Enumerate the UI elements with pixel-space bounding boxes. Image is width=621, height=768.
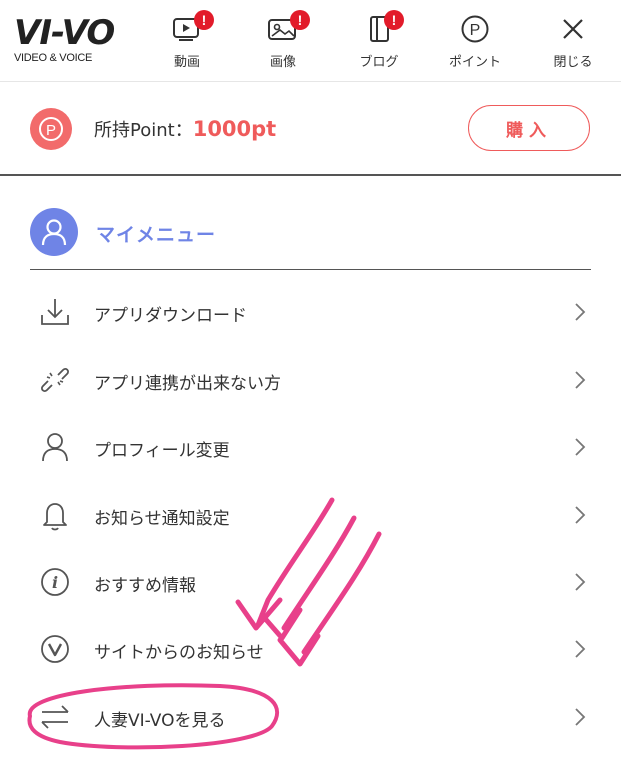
nav-image-label: 画像 (269, 55, 296, 70)
chevron-right-icon (575, 438, 586, 456)
nav-image[interactable]: ! 画像 (248, 10, 318, 74)
download-icon (38, 295, 72, 329)
logo-text: VI-VO (14, 13, 115, 53)
svg-text:P: P (470, 22, 481, 39)
close-icon (563, 19, 583, 39)
point-icon: P (461, 15, 489, 43)
swap-arrows-icon (38, 700, 72, 734)
menu-item-app-download[interactable]: アプリダウンロード (30, 289, 591, 335)
menu-item-site-news[interactable]: サイトからのお知らせ (30, 626, 591, 672)
vivo-logo[interactable]: VI-VO VIDEO & VOICE (14, 16, 124, 72)
point-bar: P 所持Point：1000pt 購入 (0, 82, 621, 176)
svg-text:i: i (52, 573, 58, 592)
nav-point[interactable]: P ポイント (440, 12, 510, 74)
app-header: VI-VO VIDEO & VOICE ! 動画 ! 画像 ! ブログ P ポイ… (0, 0, 621, 82)
chevron-right-icon (575, 708, 586, 726)
chevron-right-icon (575, 640, 586, 658)
menu-item-label: 人妻VI-VOを見る (94, 711, 226, 731)
chevron-right-icon (575, 371, 586, 389)
nav-close-label: 閉じる (553, 55, 593, 70)
notification-badge: ! (384, 10, 404, 30)
menu-item-profile-edit[interactable]: プロフィール変更 (30, 424, 591, 470)
menu-item-recommendations[interactable]: i おすすめ情報 (30, 559, 591, 605)
chevron-right-icon (575, 303, 586, 321)
menu-item-label: おすすめ情報 (94, 576, 196, 596)
user-avatar-icon (30, 208, 78, 256)
point-coin-icon: P (30, 108, 72, 150)
point-label: 所持Point： (94, 120, 193, 141)
point-balance: 所持Point：1000pt (94, 118, 276, 142)
nav-video-label: 動画 (173, 55, 200, 70)
menu-item-app-link-help[interactable]: アプリ連携が出来ない方 (30, 357, 591, 403)
broken-link-icon (38, 363, 72, 397)
menu-item-switch-site[interactable]: 人妻VI-VOを見る (30, 694, 591, 740)
nav-close[interactable]: 閉じる (538, 12, 608, 74)
chevron-right-icon (575, 506, 586, 524)
nav-blog-label: ブログ (359, 55, 399, 70)
info-icon: i (38, 565, 72, 599)
my-menu-header: マイメニュー (30, 208, 591, 270)
user-icon (38, 430, 72, 464)
menu-item-label: プロフィール変更 (94, 441, 230, 461)
menu-item-label: アプリ連携が出来ない方 (94, 374, 281, 394)
notification-badge: ! (194, 10, 214, 30)
nav-video[interactable]: ! 動画 (152, 10, 222, 74)
menu-item-label: お知らせ通知設定 (94, 509, 230, 529)
menu-item-label: アプリダウンロード (94, 306, 247, 326)
nav-blog[interactable]: ! ブログ (344, 10, 414, 74)
menu-item-notification-settings[interactable]: お知らせ通知設定 (30, 492, 591, 538)
bell-icon (38, 498, 72, 532)
menu-item-label: サイトからのお知らせ (94, 643, 264, 663)
svg-text:P: P (46, 122, 56, 139)
logo-tagline: VIDEO & VOICE (14, 52, 93, 64)
point-value: 1000pt (192, 117, 277, 141)
chevron-right-icon (575, 573, 586, 591)
v-circle-icon (38, 632, 72, 666)
notification-badge: ! (290, 10, 310, 30)
buy-button[interactable]: 購入 (468, 105, 590, 151)
nav-point-label: ポイント (448, 55, 501, 70)
my-menu-title: マイメニュー (96, 224, 217, 246)
